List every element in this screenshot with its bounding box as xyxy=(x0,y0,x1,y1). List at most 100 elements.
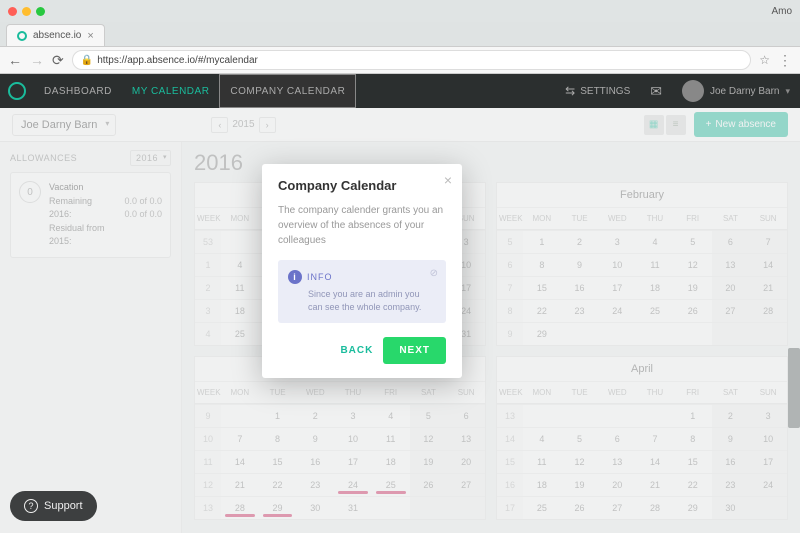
calendar-day[interactable]: 18 xyxy=(372,450,410,473)
calendar-day[interactable]: 14 xyxy=(221,450,259,473)
calendar-day[interactable]: 8 xyxy=(523,253,561,276)
calendar-day[interactable] xyxy=(447,496,485,519)
calendar-day[interactable]: 27 xyxy=(447,473,485,496)
calendar-day[interactable]: 16 xyxy=(296,450,334,473)
calendar-day[interactable]: 29 xyxy=(259,496,297,519)
calendar-day[interactable]: 16 xyxy=(561,276,599,299)
calendar-day[interactable] xyxy=(221,230,259,253)
calendar-day[interactable]: 12 xyxy=(410,427,448,450)
calendar-day[interactable] xyxy=(561,322,599,345)
calendar-day[interactable]: 7 xyxy=(749,230,787,253)
calendar-day[interactable]: 21 xyxy=(749,276,787,299)
modal-close-icon[interactable]: × xyxy=(444,172,452,188)
calendar-day[interactable]: 4 xyxy=(221,253,259,276)
calendar-day[interactable]: 18 xyxy=(523,473,561,496)
calendar-day[interactable]: 1 xyxy=(523,230,561,253)
calendar-day[interactable]: 6 xyxy=(447,404,485,427)
calendar-day[interactable]: 22 xyxy=(523,299,561,322)
calendar-day[interactable]: 17 xyxy=(749,450,787,473)
calendar-day[interactable]: 11 xyxy=(372,427,410,450)
calendar-day[interactable]: 23 xyxy=(561,299,599,322)
calendar-day[interactable]: 11 xyxy=(636,253,674,276)
calendar-day[interactable]: 27 xyxy=(712,299,750,322)
calendar-day[interactable]: 28 xyxy=(636,496,674,519)
year-next-icon[interactable]: › xyxy=(259,117,276,133)
calendar-day[interactable] xyxy=(410,496,448,519)
year-prev-icon[interactable]: ‹ xyxy=(211,117,228,133)
calendar-day[interactable] xyxy=(749,322,787,345)
calendar-day[interactable]: 29 xyxy=(674,496,712,519)
nav-settings[interactable]: SETTINGS xyxy=(555,84,640,98)
calendar-day[interactable]: 23 xyxy=(712,473,750,496)
calendar-day[interactable]: 15 xyxy=(523,276,561,299)
calendar-day[interactable]: 1 xyxy=(674,404,712,427)
calendar-day[interactable]: 9 xyxy=(561,253,599,276)
calendar-day[interactable] xyxy=(598,404,636,427)
tab-close-icon[interactable]: × xyxy=(87,30,93,42)
close-window-icon[interactable] xyxy=(8,7,17,16)
calendar-day[interactable]: 12 xyxy=(674,253,712,276)
calendar-day[interactable] xyxy=(523,404,561,427)
calendar-day[interactable]: 13 xyxy=(598,450,636,473)
nav-my-calendar[interactable]: MY CALENDAR xyxy=(122,74,220,108)
calendar-day[interactable]: 4 xyxy=(372,404,410,427)
nav-dashboard[interactable]: DASHBOARD xyxy=(34,74,122,108)
allowance-year-select[interactable]: 2016 xyxy=(130,150,171,166)
grid-view-button[interactable]: ▦ xyxy=(644,115,664,135)
list-view-button[interactable]: ≡ xyxy=(666,115,686,135)
calendar-day[interactable]: 18 xyxy=(636,276,674,299)
calendar-day[interactable]: 23 xyxy=(296,473,334,496)
calendar-day[interactable]: 24 xyxy=(598,299,636,322)
calendar-day[interactable]: 6 xyxy=(712,230,750,253)
menu-icon[interactable]: ⋮ xyxy=(778,52,792,69)
back-button[interactable]: BACK xyxy=(340,345,373,356)
calendar-day[interactable]: 2 xyxy=(712,404,750,427)
calendar-day[interactable]: 2 xyxy=(561,230,599,253)
calendar-day[interactable]: 25 xyxy=(523,496,561,519)
calendar-day[interactable]: 1 xyxy=(259,404,297,427)
calendar-day[interactable]: 30 xyxy=(296,496,334,519)
calendar-day[interactable]: 25 xyxy=(372,473,410,496)
support-button[interactable]: ? Support xyxy=(10,491,97,521)
calendar-day[interactable] xyxy=(636,322,674,345)
calendar-day[interactable]: 19 xyxy=(674,276,712,299)
calendar-day[interactable]: 11 xyxy=(221,276,259,299)
calendar-day[interactable]: 13 xyxy=(712,253,750,276)
traffic-lights[interactable] xyxy=(8,7,45,16)
user-menu[interactable]: Joe Darny Barn ▾ xyxy=(672,80,800,102)
calendar-day[interactable]: 29 xyxy=(523,322,561,345)
maximize-window-icon[interactable] xyxy=(36,7,45,16)
calendar-day[interactable] xyxy=(598,322,636,345)
calendar-day[interactable]: 11 xyxy=(523,450,561,473)
calendar-day[interactable] xyxy=(372,496,410,519)
calendar-day[interactable]: 10 xyxy=(749,427,787,450)
calendar-day[interactable] xyxy=(636,404,674,427)
calendar-day[interactable]: 7 xyxy=(221,427,259,450)
calendar-day[interactable]: 5 xyxy=(674,230,712,253)
calendar-day[interactable]: 25 xyxy=(636,299,674,322)
calendar-day[interactable] xyxy=(221,404,259,427)
minimize-window-icon[interactable] xyxy=(22,7,31,16)
calendar-day[interactable]: 15 xyxy=(259,450,297,473)
calendar-day[interactable]: 31 xyxy=(334,496,372,519)
back-icon[interactable]: ← xyxy=(8,52,22,68)
calendar-day[interactable]: 21 xyxy=(636,473,674,496)
calendar-day[interactable] xyxy=(561,404,599,427)
calendar-day[interactable]: 25 xyxy=(221,322,259,345)
forward-icon[interactable]: → xyxy=(30,52,44,68)
calendar-day[interactable]: 19 xyxy=(410,450,448,473)
calendar-day[interactable]: 20 xyxy=(712,276,750,299)
calendar-day[interactable]: 20 xyxy=(447,450,485,473)
calendar-day[interactable]: 24 xyxy=(334,473,372,496)
calendar-day[interactable]: 18 xyxy=(221,299,259,322)
user-filter-select[interactable]: Joe Darny Barn xyxy=(12,114,116,136)
new-absence-button[interactable]: + New absence xyxy=(694,112,788,137)
calendar-day[interactable]: 5 xyxy=(561,427,599,450)
calendar-day[interactable]: 3 xyxy=(749,404,787,427)
calendar-day[interactable]: 6 xyxy=(598,427,636,450)
calendar-day[interactable]: 30 xyxy=(712,496,750,519)
calendar-day[interactable]: 19 xyxy=(561,473,599,496)
calendar-day[interactable]: 17 xyxy=(598,276,636,299)
next-button[interactable]: NEXT xyxy=(383,337,446,364)
calendar-day[interactable]: 21 xyxy=(221,473,259,496)
